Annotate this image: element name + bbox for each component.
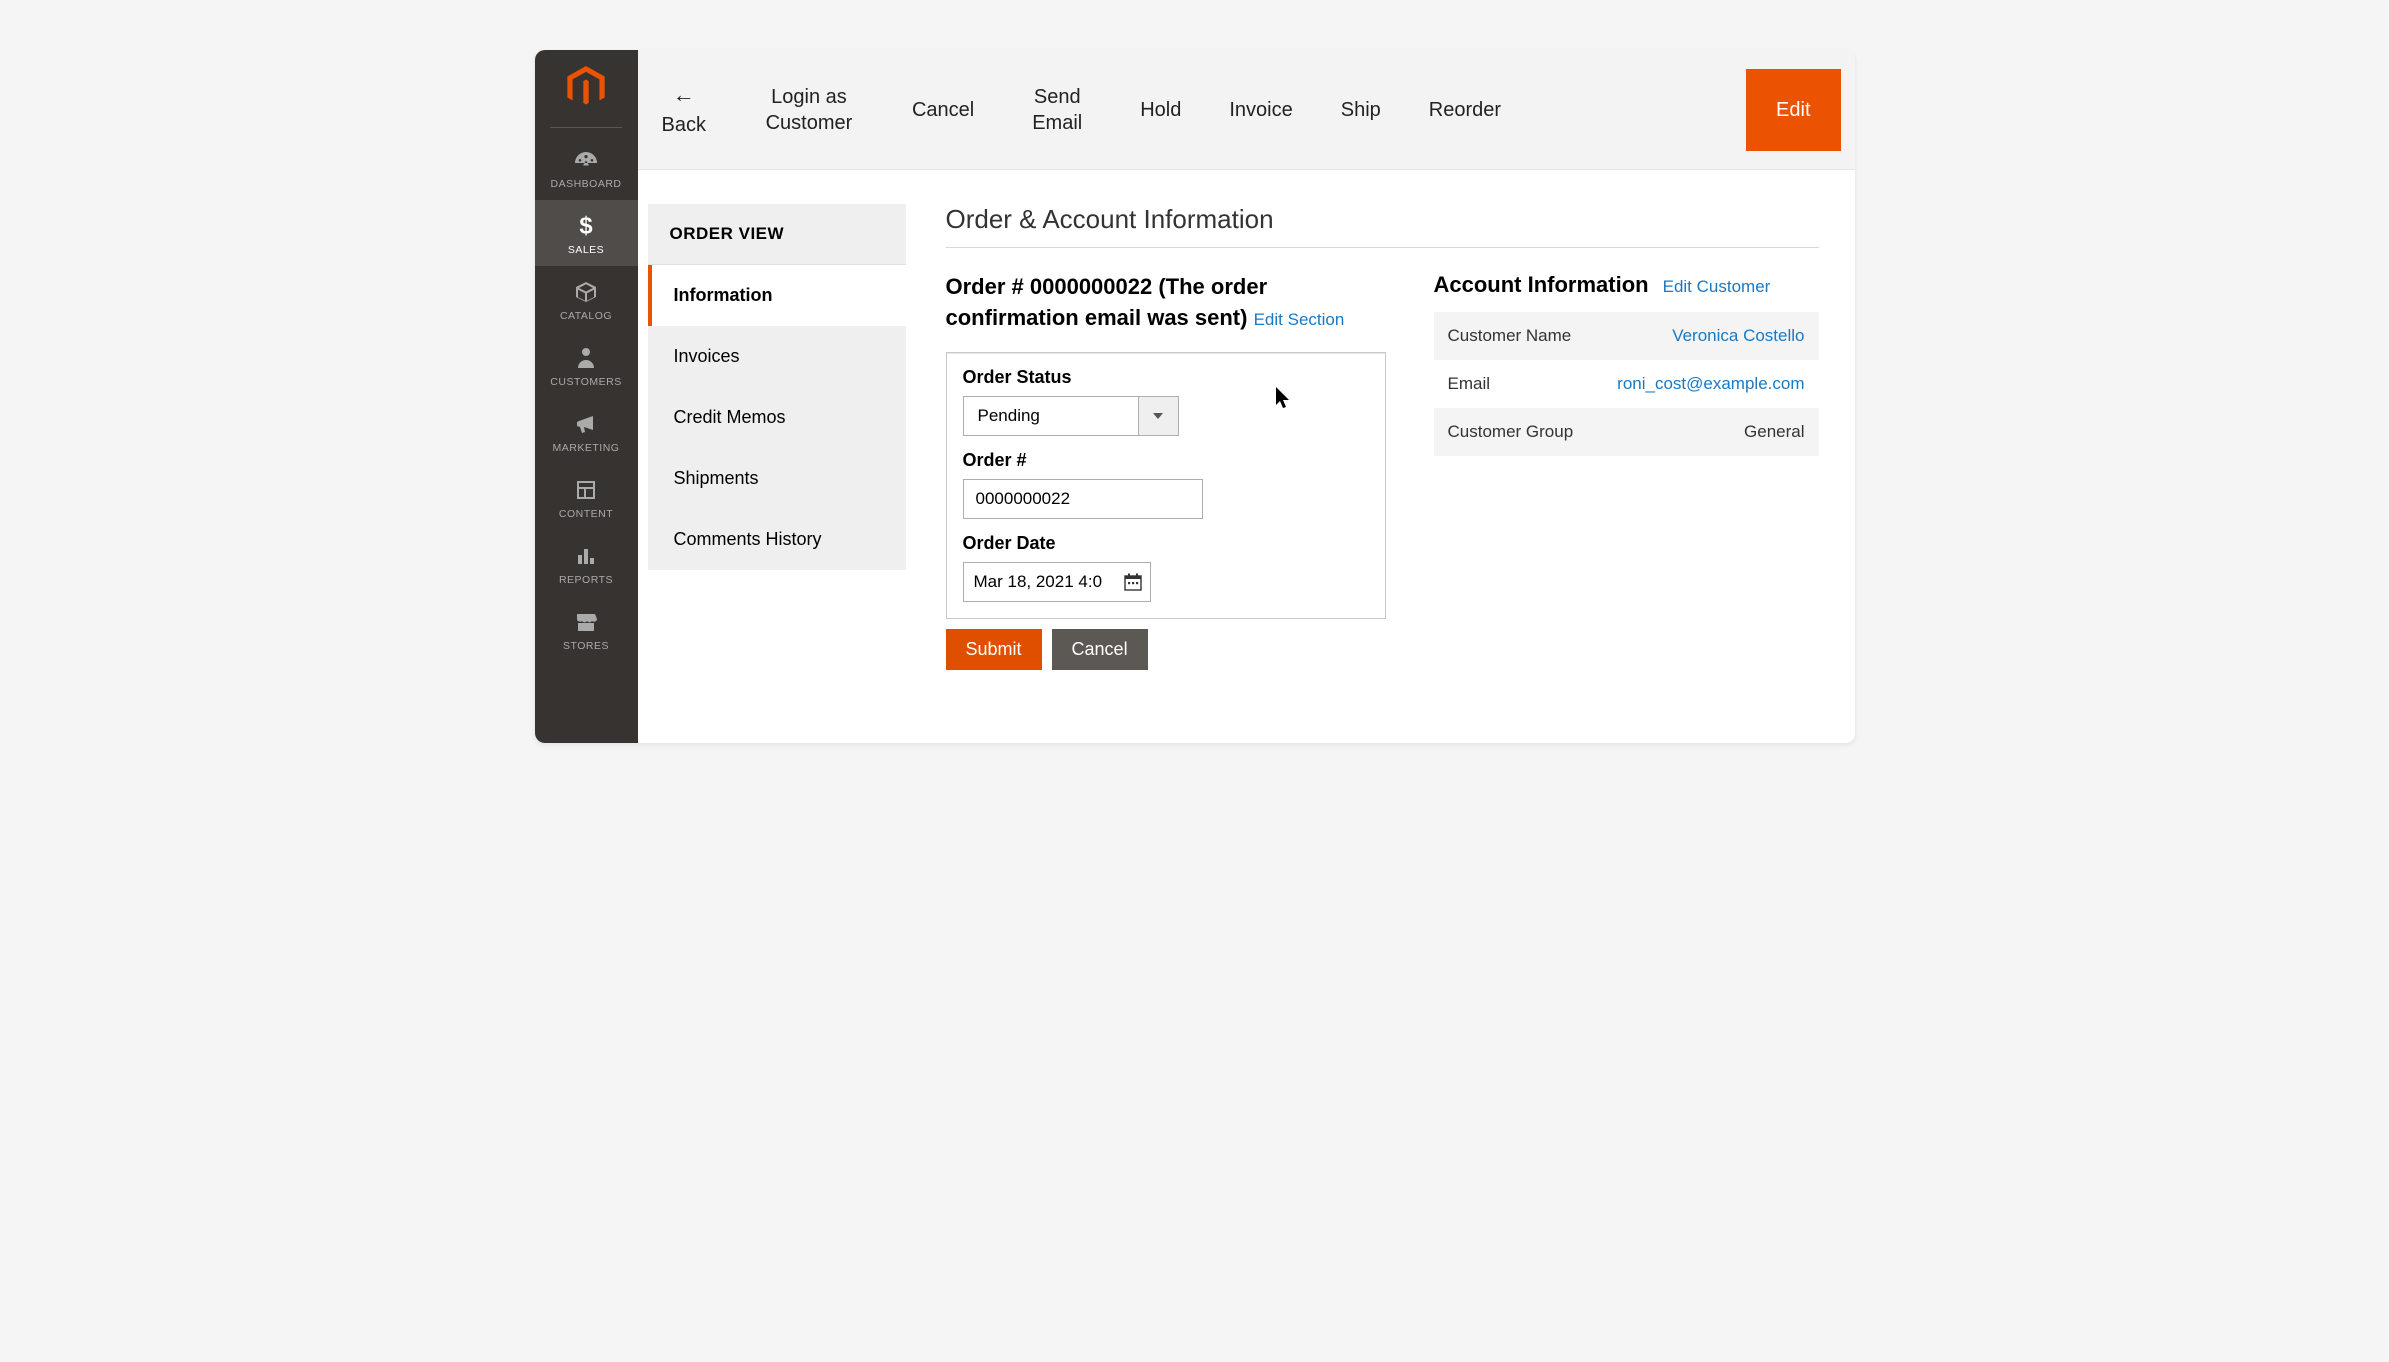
sidebar-divider [550, 127, 622, 128]
back-button[interactable]: ← Back [638, 50, 730, 169]
tab-comments-history[interactable]: Comments History [648, 509, 906, 570]
arrow-left-icon: ← [673, 81, 695, 110]
order-date-value: Mar 18, 2021 4:0 [964, 572, 1116, 592]
order-date-input[interactable]: Mar 18, 2021 4:0 [963, 562, 1151, 602]
sidebar-item-catalog[interactable]: CATALOG [535, 266, 638, 332]
reorder-button[interactable]: Reorder [1405, 50, 1525, 169]
section-title: Order & Account Information [946, 204, 1819, 248]
svg-text:$: $ [579, 213, 592, 239]
sidebar-label: REPORTS [535, 574, 638, 586]
account-info-table: Customer Name Veronica Costello Email ro… [1434, 312, 1819, 456]
submit-button[interactable]: Submit [946, 629, 1042, 670]
order-info-column: Order # 0000000022 (The order confirmati… [946, 272, 1386, 670]
tab-shipments[interactable]: Shipments [648, 448, 906, 509]
megaphone-icon [535, 410, 638, 438]
sidebar-item-content[interactable]: CONTENT [535, 464, 638, 530]
tab-credit-memos[interactable]: Credit Memos [648, 387, 906, 448]
order-status-label: Order Status [963, 367, 1369, 388]
invoice-button[interactable]: Invoice [1205, 50, 1316, 169]
sidebar-item-reports[interactable]: REPORTS [535, 530, 638, 596]
edit-button[interactable]: Edit [1746, 69, 1840, 151]
chevron-down-icon[interactable] [1138, 397, 1178, 435]
account-info-title: Account Information [1434, 272, 1649, 298]
ship-button[interactable]: Ship [1317, 50, 1405, 169]
two-column-layout: Order # 0000000022 (The order confirmati… [946, 272, 1819, 670]
order-content: Order & Account Information Order # 0000… [906, 204, 1855, 743]
gauge-icon [535, 146, 638, 174]
app-window: DASHBOARD $ SALES CATALOG CUSTOMERS MARK… [535, 50, 1855, 743]
sidebar-label: SALES [535, 244, 638, 256]
content-row: ORDER VIEW Information Invoices Credit M… [638, 170, 1855, 743]
account-row-group: Customer Group General [1434, 408, 1819, 456]
magento-logo[interactable] [565, 58, 607, 127]
edit-customer-link[interactable]: Edit Customer [1663, 277, 1771, 297]
order-heading: Order # 0000000022 (The order confirmati… [946, 272, 1386, 334]
tab-invoices[interactable]: Invoices [648, 326, 906, 387]
login-as-customer-button[interactable]: Login as Customer [730, 50, 888, 169]
calendar-icon[interactable] [1116, 573, 1150, 591]
account-row-email: Email roni_cost@example.com [1434, 360, 1819, 408]
bar-chart-icon [535, 542, 638, 570]
sidebar-label: CUSTOMERS [535, 376, 638, 388]
order-number-label: Order # [963, 450, 1369, 471]
order-date-label: Order Date [963, 533, 1369, 554]
layout-icon [535, 476, 638, 504]
order-view-panel: ORDER VIEW Information Invoices Credit M… [648, 204, 906, 570]
sidebar-label: STORES [535, 640, 638, 652]
edit-section-link[interactable]: Edit Section [1254, 310, 1345, 329]
sidebar-label: CONTENT [535, 508, 638, 520]
order-view-header: ORDER VIEW [648, 204, 906, 265]
customer-email-link[interactable]: roni_cost@example.com [1617, 374, 1804, 394]
order-status-value: Pending [964, 397, 1138, 435]
sidebar-label: MARKETING [535, 442, 638, 454]
customer-name-link[interactable]: Veronica Costello [1672, 326, 1804, 346]
hold-button[interactable]: Hold [1116, 50, 1205, 169]
sidebar-label: CATALOG [535, 310, 638, 322]
send-email-button[interactable]: Send Email [998, 50, 1116, 169]
sidebar-item-stores[interactable]: STORES [535, 596, 638, 662]
order-number-input[interactable] [963, 479, 1203, 519]
main-area: ← Back Login as Customer Cancel Send Ema… [638, 50, 1855, 743]
customer-group-value: General [1744, 422, 1804, 442]
sidebar-item-customers[interactable]: CUSTOMERS [535, 332, 638, 398]
sidebar-item-marketing[interactable]: MARKETING [535, 398, 638, 464]
back-label: Back [662, 112, 706, 138]
form-button-row: Submit Cancel [946, 629, 1386, 670]
account-info-column: Account Information Edit Customer Custom… [1434, 272, 1819, 670]
account-row-name: Customer Name Veronica Costello [1434, 312, 1819, 360]
cancel-order-button[interactable]: Cancel [888, 50, 998, 169]
admin-sidebar: DASHBOARD $ SALES CATALOG CUSTOMERS MARK… [535, 50, 638, 743]
storefront-icon [535, 608, 638, 636]
dollar-icon: $ [535, 212, 638, 240]
tab-information[interactable]: Information [648, 265, 906, 326]
box-icon [535, 278, 638, 306]
sidebar-item-sales[interactable]: $ SALES [535, 200, 638, 266]
person-icon [535, 344, 638, 372]
cancel-button[interactable]: Cancel [1052, 629, 1148, 670]
order-status-select[interactable]: Pending [963, 396, 1179, 436]
sidebar-label: DASHBOARD [535, 178, 638, 190]
order-form-panel: Order Status Pending Order # [946, 352, 1386, 619]
account-info-header: Account Information Edit Customer [1434, 272, 1819, 298]
sidebar-item-dashboard[interactable]: DASHBOARD [535, 134, 638, 200]
order-toolbar: ← Back Login as Customer Cancel Send Ema… [638, 50, 1855, 170]
